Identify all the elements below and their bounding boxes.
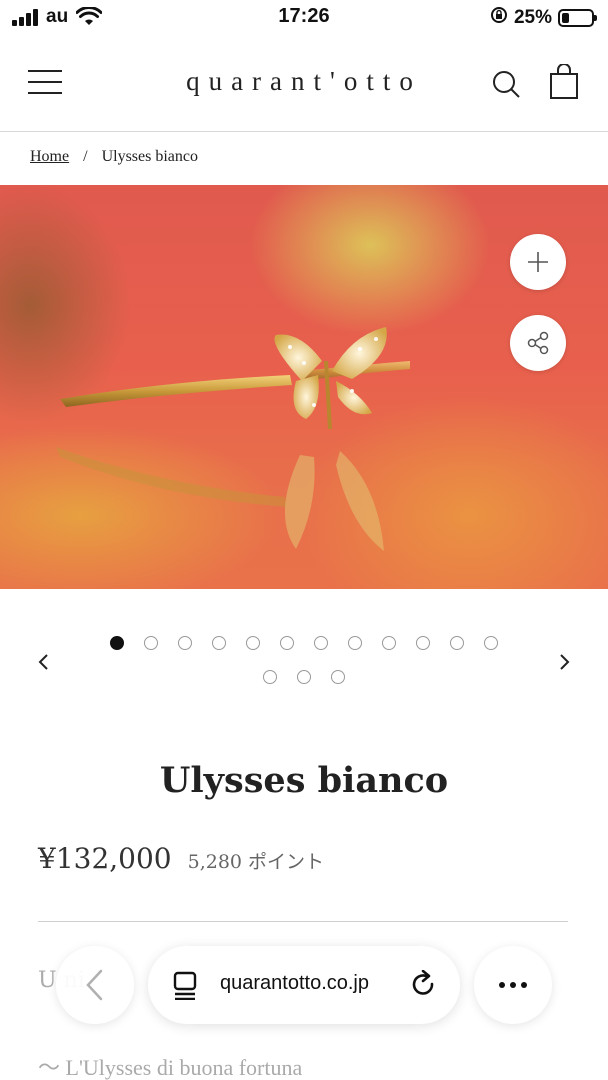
address-bar[interactable]: quarantotto.co.jp: [148, 946, 460, 1024]
carousel-dot[interactable]: [212, 636, 226, 650]
shopping-bag-icon[interactable]: [548, 63, 580, 104]
status-bar: au 17:26 25%: [0, 0, 608, 36]
carousel-dot[interactable]: [484, 636, 498, 650]
carousel-dots: [100, 636, 508, 684]
carousel-dot[interactable]: [110, 636, 124, 650]
carousel-dot[interactable]: [297, 670, 311, 684]
breadcrumb: Home / Ulysses bianco: [30, 148, 198, 166]
product-image[interactable]: [0, 185, 608, 589]
carousel-dot[interactable]: [314, 636, 328, 650]
status-right: 25%: [490, 6, 597, 29]
carousel-dot[interactable]: [348, 636, 362, 650]
zoom-plus-icon[interactable]: [510, 234, 566, 290]
carousel-dot[interactable]: [178, 636, 192, 650]
battery-percent: 25%: [513, 6, 552, 28]
carousel-dot[interactable]: [331, 670, 345, 684]
product-price: ¥132,000: [38, 842, 172, 875]
breadcrumb-current: Ulysses bianco: [101, 148, 198, 165]
search-icon[interactable]: [490, 68, 522, 104]
site-header: quarant'otto: [0, 44, 608, 132]
carousel-dot[interactable]: [416, 636, 430, 650]
product-title: Ulysses bianco: [159, 760, 449, 801]
product-subtitle: 〜 L'Ulysses di buona fortuna: [38, 1055, 303, 1080]
more-icon[interactable]: [474, 946, 552, 1024]
chevron-left-icon[interactable]: [34, 652, 54, 672]
breadcrumb-home-link[interactable]: Home: [30, 148, 69, 166]
share-icon[interactable]: [510, 315, 566, 371]
orientation-lock-icon: [490, 6, 508, 29]
product-points: 5,280 ポイント: [187, 851, 325, 873]
carousel-dot[interactable]: [382, 636, 396, 650]
divider: [38, 921, 568, 922]
reload-icon[interactable]: [410, 969, 438, 1004]
image-carousel-controls: [0, 620, 608, 710]
breadcrumb-separator: /: [83, 148, 88, 165]
url-text[interactable]: quarantotto.co.jp: [220, 972, 369, 995]
back-arrow-icon[interactable]: [56, 946, 134, 1024]
battery-icon: [558, 8, 597, 27]
chevron-right-icon[interactable]: [554, 652, 574, 672]
tabs-icon[interactable]: [172, 970, 200, 1004]
carousel-dot[interactable]: [144, 636, 158, 650]
carousel-dot[interactable]: [263, 670, 277, 684]
carousel-dot[interactable]: [246, 636, 260, 650]
carousel-dot[interactable]: [280, 636, 294, 650]
price-row: ¥132,000 5,280 ポイント: [38, 842, 324, 875]
carousel-dot[interactable]: [450, 636, 464, 650]
battery-fill: [562, 12, 569, 23]
